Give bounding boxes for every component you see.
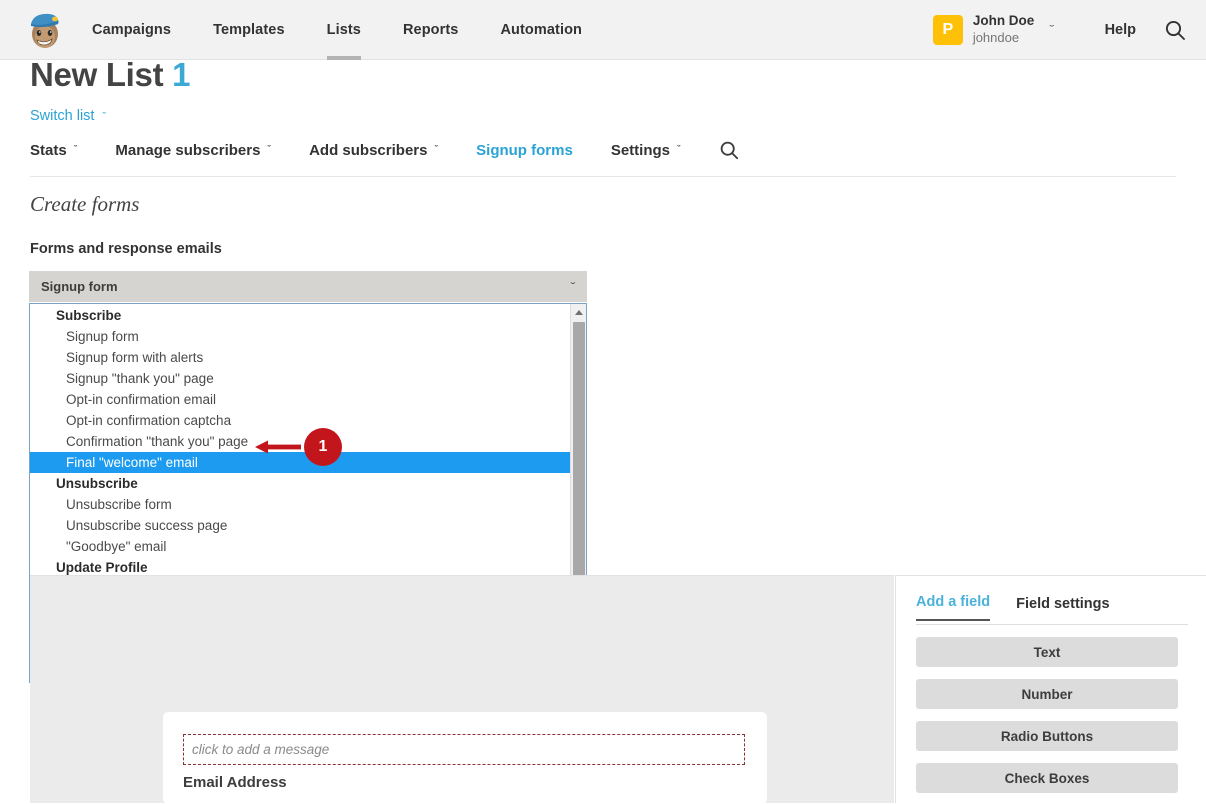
subnav-item-add-subscribers[interactable]: Add subscribers ˇ — [309, 142, 438, 159]
add-field-number-button[interactable]: Number — [916, 679, 1178, 709]
dropdown-item-signup-form[interactable]: Signup form — [30, 326, 571, 347]
add-field-button-label: Radio Buttons — [1000, 728, 1094, 744]
chevron-down-icon: ˇ — [267, 144, 272, 156]
mailchimp-freddie-logo-icon[interactable] — [22, 8, 66, 52]
dropdown-item-unsubscribe-success-page[interactable]: Unsubscribe success page — [30, 515, 571, 536]
add-message-placeholder-box[interactable]: click to add a message — [183, 734, 745, 765]
topnav-item-automation[interactable]: Automation — [500, 0, 582, 60]
add-field-button-label: Number — [1021, 686, 1073, 702]
add-field-button-label: Check Boxes — [1004, 770, 1090, 786]
global-search-button[interactable] — [1164, 0, 1186, 60]
search-icon — [720, 141, 738, 160]
chevron-down-icon: ˇ — [434, 144, 439, 156]
switch-list-link[interactable]: Switch list ˇ — [30, 108, 106, 124]
top-nav-links: Campaigns Templates Lists Reports Automa… — [92, 0, 624, 60]
chevron-down-icon: ˇ — [102, 111, 107, 123]
scrollbar-up-arrow-icon[interactable] — [571, 304, 586, 320]
form-preview-card: click to add a message Email Address — [163, 712, 767, 804]
tab-label: Add a field — [916, 594, 991, 610]
dropdown-group-subscribe: Subscribe — [56, 308, 122, 323]
page-title-text: New List — [30, 56, 164, 93]
dropdown-item-optin-confirmation-email[interactable]: Opt-in confirmation email — [30, 389, 571, 410]
list-search-button[interactable] — [719, 140, 739, 160]
subnav-label: Settings — [610, 141, 670, 159]
topnav-item-templates[interactable]: Templates — [213, 0, 285, 60]
topnav-item-campaigns[interactable]: Campaigns — [92, 0, 171, 60]
chevron-down-icon: ˇ — [570, 279, 576, 294]
field-editor-tabs-divider — [916, 624, 1188, 625]
avatar: P — [932, 15, 963, 45]
form-preview-area: click to add a message Email Address — [30, 575, 894, 804]
sub-navigation: Stats ˇ Manage subscribers ˇ Add subscri… — [30, 140, 739, 160]
top-navigation-bar: Campaigns Templates Lists Reports Automa… — [0, 0, 1206, 60]
add-message-placeholder-text: click to add a message — [192, 742, 330, 757]
scrollbar-thumb[interactable] — [573, 322, 585, 592]
chevron-down-icon[interactable]: ˇ — [1050, 24, 1055, 36]
email-address-field-label: Email Address — [183, 774, 287, 791]
tab-add-a-field[interactable]: Add a field — [916, 594, 991, 621]
search-icon — [1165, 20, 1185, 40]
dropdown-item-optin-confirmation-captcha[interactable]: Opt-in confirmation captcha — [30, 410, 571, 431]
tab-label: Field settings — [1016, 596, 1110, 612]
topnav-label: Automation — [500, 22, 582, 38]
subnav-label: Signup forms — [476, 141, 573, 159]
dropdown-item-confirmation-thank-you-page[interactable]: Confirmation "thank you" page — [30, 431, 571, 452]
subnav-label: Stats — [30, 141, 67, 159]
subnav-label: Add subscribers — [309, 141, 428, 159]
dropdown-group-unsubscribe: Unsubscribe — [56, 476, 138, 491]
topnav-label: Templates — [213, 22, 285, 38]
subnav-divider — [30, 176, 1176, 177]
chevron-down-icon: ˇ — [73, 144, 78, 156]
help-label: Help — [1104, 22, 1136, 38]
chevron-down-icon: ˇ — [677, 144, 681, 156]
tab-field-settings[interactable]: Field settings — [1016, 596, 1109, 621]
account-handle: johndoe — [972, 30, 1020, 46]
page-title: New List 1 — [30, 56, 191, 94]
subnav-item-signup-forms[interactable]: Signup forms — [476, 142, 573, 159]
dropdown-item-signup-thank-you-page[interactable]: Signup "thank you" page — [30, 368, 571, 389]
dropdown-item-final-welcome-email[interactable]: Final "welcome" email — [30, 452, 571, 473]
forms-and-response-emails-label: Forms and response emails — [30, 241, 222, 257]
form-type-select[interactable]: Signup form ˇ — [29, 271, 587, 302]
page-title-number: 1 — [172, 56, 191, 93]
switch-list-label: Switch list — [30, 108, 95, 124]
account-menu[interactable]: P John Doe johndoe ˇ — [932, 0, 1055, 60]
topnav-item-reports[interactable]: Reports — [403, 0, 459, 60]
add-field-radio-buttons-button[interactable]: Radio Buttons — [916, 721, 1178, 751]
add-field-button-label: Text — [1033, 644, 1061, 660]
dropdown-item-goodbye-email[interactable]: "Goodbye" email — [30, 536, 571, 557]
section-title: Create forms — [30, 192, 140, 216]
account-name: John Doe — [972, 13, 1035, 29]
topnav-label: Lists — [326, 22, 361, 38]
topnav-item-lists[interactable]: Lists — [326, 0, 362, 60]
form-type-select-value: Signup form — [41, 279, 118, 294]
topnav-label: Campaigns — [92, 22, 172, 38]
add-field-text-button[interactable]: Text — [916, 637, 1178, 667]
dropdown-item-unsubscribe-form[interactable]: Unsubscribe form — [30, 494, 571, 515]
help-link[interactable]: Help — [1105, 0, 1136, 60]
account-names: John Doe johndoe — [973, 13, 1035, 46]
add-field-check-boxes-button[interactable]: Check Boxes — [916, 763, 1178, 793]
field-editor-tabs: Add a field Field settings — [916, 594, 1110, 621]
subnav-label: Manage subscribers — [115, 141, 261, 159]
topnav-label: Reports — [402, 22, 459, 38]
dropdown-item-signup-form-with-alerts[interactable]: Signup form with alerts — [30, 347, 571, 368]
subnav-item-stats[interactable]: Stats ˇ — [30, 142, 77, 159]
avatar-letter: P — [942, 21, 954, 38]
subnav-item-settings[interactable]: Settings ˇ — [611, 142, 681, 159]
subnav-item-manage-subscribers[interactable]: Manage subscribers ˇ — [115, 142, 271, 159]
field-editor-panel: Add a field Field settings Text Number R… — [895, 575, 1206, 803]
